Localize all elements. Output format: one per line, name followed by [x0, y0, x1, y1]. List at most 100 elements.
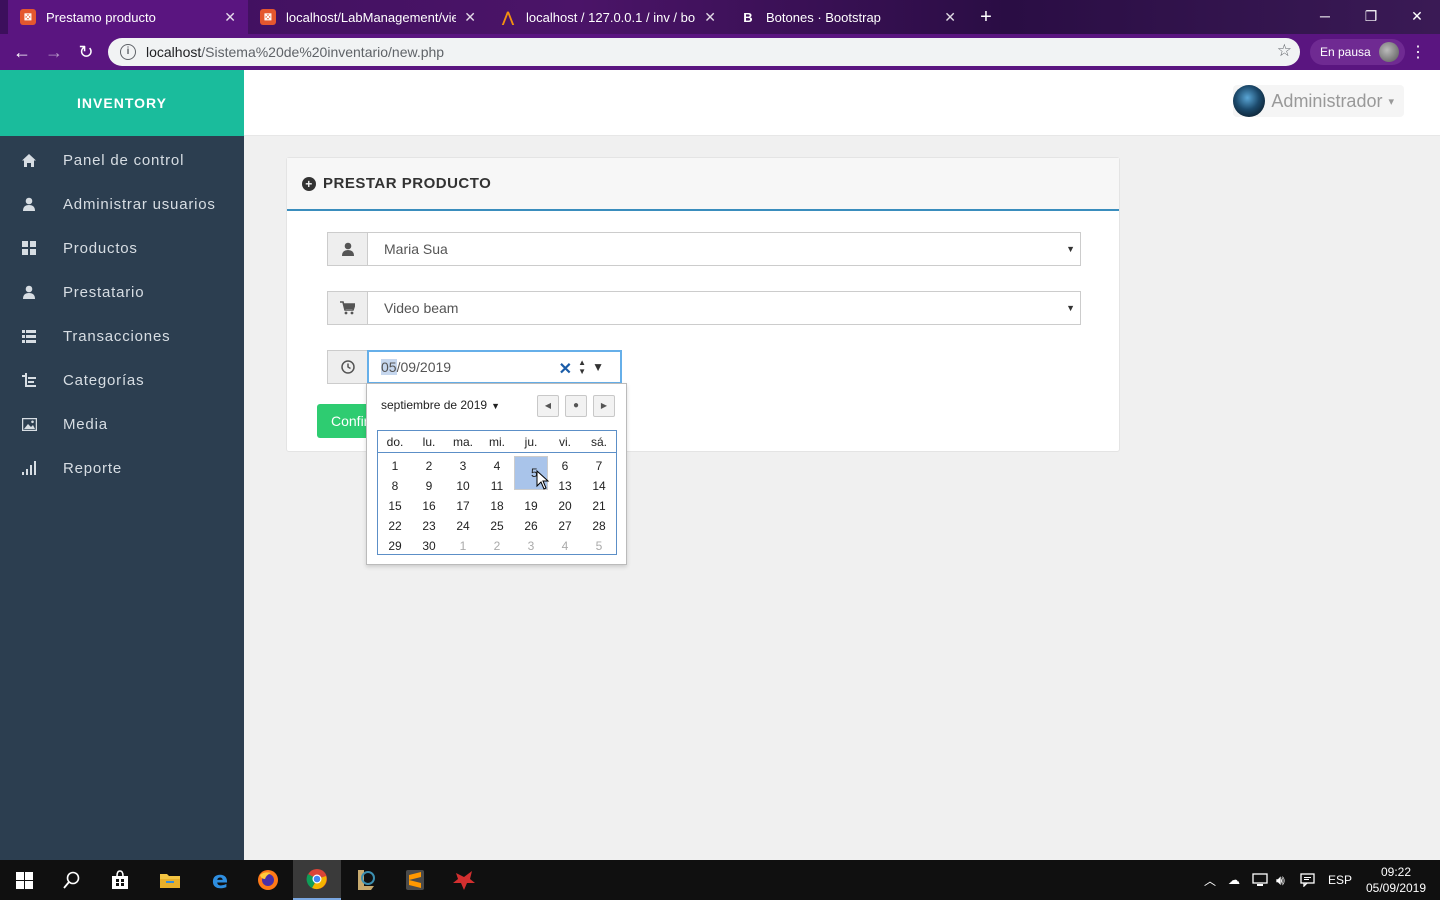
- calendar-day[interactable]: 10: [446, 476, 480, 496]
- spinner-icon[interactable]: ▲ ▼: [578, 358, 586, 376]
- calendar-day-next-month[interactable]: 5: [582, 536, 616, 556]
- calendar-day[interactable]: 27: [548, 516, 582, 536]
- browser-tab-1[interactable]: ⊠ Prestamo producto ✕: [8, 0, 248, 34]
- restore-icon[interactable]: ❐: [1348, 0, 1394, 34]
- calendar-day[interactable]: 26: [514, 516, 548, 536]
- calendar-day[interactable]: 13: [548, 476, 582, 496]
- sidebar-item-transactions[interactable]: Transacciones: [0, 314, 244, 358]
- calendar-day[interactable]: 24: [446, 516, 480, 536]
- sidebar-item-panel[interactable]: Panel de control: [0, 138, 244, 182]
- sidebar-item-categories[interactable]: Categorías: [0, 358, 244, 402]
- calendar-day-next-month[interactable]: 2: [480, 536, 514, 556]
- new-tab-button[interactable]: +: [972, 4, 1000, 30]
- browser-menu-icon[interactable]: ⋮: [1410, 42, 1426, 62]
- calendar-day-next-month[interactable]: 1: [446, 536, 480, 556]
- date-input[interactable]: 05/09/2019 ✕ ▲ ▼ ▼: [367, 350, 622, 384]
- language-indicator[interactable]: ESP: [1328, 860, 1352, 900]
- profile-button[interactable]: En pausa: [1310, 39, 1405, 65]
- chrome-icon[interactable]: [293, 860, 341, 900]
- sidebar-item-label: Administrar usuarios: [63, 195, 216, 213]
- firefox-icon[interactable]: [244, 860, 292, 900]
- browser-tab-3[interactable]: ⋀ localhost / 127.0.0.1 / inv / borro ✕: [488, 0, 728, 34]
- close-icon[interactable]: ✕: [224, 9, 236, 26]
- network-icon[interactable]: [1252, 860, 1268, 900]
- sublime-text-icon[interactable]: [391, 860, 439, 900]
- close-icon[interactable]: ✕: [464, 9, 476, 26]
- close-icon[interactable]: ✕: [944, 9, 956, 26]
- calendar-day[interactable]: 6: [548, 456, 582, 476]
- league-of-legends-icon[interactable]: [342, 860, 390, 900]
- calendar-day[interactable]: 8: [378, 476, 412, 496]
- calendar-day[interactable]: 11: [480, 476, 514, 496]
- clock-date: 05/09/2019: [1365, 881, 1427, 895]
- minimize-icon[interactable]: ─: [1302, 0, 1348, 34]
- calendar-day[interactable]: 3: [446, 456, 480, 476]
- mouse-cursor-icon: [536, 470, 550, 490]
- calendar-day[interactable]: 7: [582, 456, 616, 476]
- bookmark-star-icon[interactable]: ☆: [1277, 41, 1292, 61]
- calendar-day[interactable]: 1: [378, 456, 412, 476]
- browser-tab-2[interactable]: ⊠ localhost/LabManagement/views ✕: [248, 0, 488, 34]
- calendar-dropdown-icon[interactable]: ▼: [592, 360, 604, 374]
- calendar-day[interactable]: 15: [378, 496, 412, 516]
- reload-icon[interactable]: ↻: [74, 40, 98, 64]
- indent-icon: [21, 372, 37, 388]
- today-button[interactable]: ●: [565, 395, 587, 417]
- calendar-day[interactable]: 23: [412, 516, 446, 536]
- calendar-day[interactable]: 17: [446, 496, 480, 516]
- search-icon[interactable]: [48, 860, 96, 900]
- forward-icon[interactable]: →: [42, 40, 66, 64]
- browser-tab-4[interactable]: B Botones · Bootstrap ✕: [728, 0, 968, 34]
- next-month-button[interactable]: ▶: [593, 395, 615, 417]
- volume-icon[interactable]: 🔊︎: [1276, 860, 1285, 900]
- address-bar[interactable]: i localhost/Sistema%20de%20inventario/ne…: [108, 38, 1300, 66]
- calendar-day[interactable]: 14: [582, 476, 616, 496]
- calendar-day[interactable]: 16: [412, 496, 446, 516]
- tray-chevron-icon[interactable]: ︿: [1204, 860, 1216, 900]
- windows-start-icon[interactable]: [0, 860, 48, 900]
- system-clock[interactable]: 09:22 05/09/2019: [1358, 864, 1434, 896]
- calendar-day[interactable]: 28: [582, 516, 616, 536]
- calendar-day[interactable]: 30: [412, 536, 446, 556]
- product-select[interactable]: Video beam ▼: [367, 291, 1081, 325]
- sidebar-item-products[interactable]: Productos: [0, 226, 244, 270]
- calendar-day-next-month[interactable]: 3: [514, 536, 548, 556]
- edge-icon[interactable]: e: [196, 860, 244, 900]
- calendar-day-next-month[interactable]: 4: [548, 536, 582, 556]
- calendar-day[interactable]: 4: [480, 456, 514, 476]
- date-picker-popup: septiembre de 2019 ▼ ◀ ● ▶ do. lu. ma. mi…: [366, 383, 627, 565]
- tab-title: localhost/LabManagement/views: [286, 9, 457, 25]
- tab-title: localhost / 127.0.0.1 / inv / borro: [526, 9, 697, 25]
- onedrive-icon[interactable]: ☁: [1228, 860, 1240, 900]
- sidebar-item-users[interactable]: Administrar usuarios: [0, 182, 244, 226]
- calendar-day[interactable]: 22: [378, 516, 412, 536]
- calendar-day[interactable]: 20: [548, 496, 582, 516]
- sidebar-item-report[interactable]: Reporte: [0, 446, 244, 490]
- notifications-icon[interactable]: [1300, 860, 1315, 900]
- calendar-day[interactable]: 9: [412, 476, 446, 496]
- store-icon[interactable]: [96, 860, 144, 900]
- close-icon[interactable]: ✕: [704, 9, 716, 26]
- app-icon-red[interactable]: [440, 860, 488, 900]
- file-explorer-icon[interactable]: [146, 860, 194, 900]
- weekday-label: do.: [386, 435, 404, 449]
- info-icon[interactable]: i: [120, 44, 136, 60]
- user-menu[interactable]: Administrador ▾: [1233, 85, 1404, 117]
- calendar-day[interactable]: 2: [412, 456, 446, 476]
- month-selector[interactable]: septiembre de 2019 ▼: [381, 398, 500, 412]
- sidebar-item-borrower[interactable]: Prestatario: [0, 270, 244, 314]
- calendar-day[interactable]: 19: [514, 496, 548, 516]
- sidebar-item-label: Productos: [63, 239, 138, 257]
- sidebar-item-media[interactable]: Media: [0, 402, 244, 446]
- prev-month-button[interactable]: ◀: [537, 395, 559, 417]
- brand-logo[interactable]: INVENTORY: [0, 70, 244, 136]
- clear-date-icon[interactable]: ✕: [559, 359, 572, 379]
- window-close-icon[interactable]: ✕: [1394, 0, 1440, 34]
- tab-title: Botones · Bootstrap: [766, 9, 881, 25]
- calendar-day[interactable]: 25: [480, 516, 514, 536]
- back-icon[interactable]: ←: [10, 40, 34, 64]
- calendar-day[interactable]: 21: [582, 496, 616, 516]
- borrower-select[interactable]: Maria Sua ▼: [367, 232, 1081, 266]
- calendar-day[interactable]: 29: [378, 536, 412, 556]
- calendar-day[interactable]: 18: [480, 496, 514, 516]
